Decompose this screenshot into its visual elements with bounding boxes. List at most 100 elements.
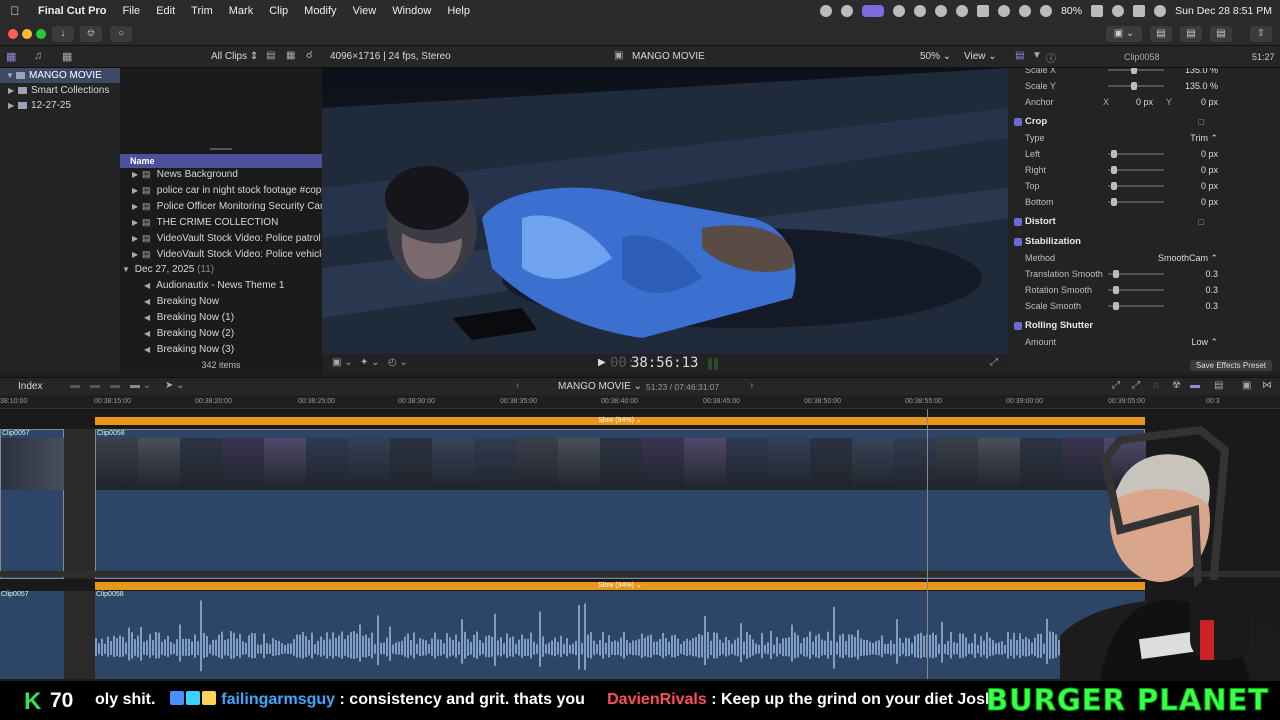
battery-icon[interactable] xyxy=(1091,5,1104,17)
clips-filter-dropdown[interactable]: All Clips ⇕ xyxy=(211,51,258,62)
slider-knob[interactable] xyxy=(1113,286,1119,294)
search-icon[interactable]: ☌ xyxy=(306,50,313,61)
overwrite-icon[interactable]: ▬ ⌄ xyxy=(130,380,151,391)
param-value[interactable]: 0 px xyxy=(1201,162,1218,178)
param-slider[interactable] xyxy=(1108,182,1164,190)
filter-icon[interactable]: ▼ xyxy=(1032,50,1042,61)
enable-checkbox[interactable] xyxy=(1014,118,1022,126)
param-slider[interactable] xyxy=(1108,198,1164,206)
list-item[interactable]: ▶ ▤ Police Officer Monitoring Security Ca… xyxy=(120,198,322,214)
menu-help[interactable]: Help xyxy=(439,5,478,17)
info-icon[interactable]: ⓘ xyxy=(1046,50,1056,65)
timeline-ruler[interactable]: 38:10:00 00:38:15:00 00:38:20:00 00:38:25:0… xyxy=(0,395,1280,409)
status-icon[interactable] xyxy=(841,5,854,17)
list-item[interactable]: ▶ ▤ police car in night stock footage #co… xyxy=(120,182,322,198)
disclosure-right-icon[interactable]: ▶ xyxy=(132,199,142,214)
speed-icon[interactable]: ◴ ⌄ xyxy=(388,357,408,368)
menu-mark[interactable]: Mark xyxy=(221,5,261,17)
share-icon[interactable]: ⇧ xyxy=(1250,26,1272,42)
browser-toggle-icon[interactable]: ▤ xyxy=(1150,26,1172,42)
anchor-x-value[interactable]: 0 px xyxy=(1136,94,1153,110)
list-item[interactable]: ◀ Breaking Now (3) xyxy=(120,342,322,358)
list-item[interactable]: ◀ Breaking Now xyxy=(120,294,322,310)
disclosure-down-icon[interactable]: ▼ xyxy=(6,68,16,83)
section-onscreen-icon[interactable]: □ xyxy=(1199,114,1204,130)
section-label[interactable]: Stabilization xyxy=(1025,234,1081,250)
menu-modify[interactable]: Modify xyxy=(296,5,344,17)
sidebar-item-library[interactable]: ▼ MANGO MOVIE xyxy=(0,68,120,83)
filmstrip-view-icon[interactable]: ▤ xyxy=(266,50,275,61)
param-value[interactable]: 0.3 xyxy=(1205,266,1218,282)
headphones-icon[interactable]: ☢ xyxy=(1172,380,1181,391)
section-label[interactable]: Distort xyxy=(1025,214,1056,230)
slider-knob[interactable] xyxy=(1111,150,1117,158)
close-window-button[interactable] xyxy=(8,29,18,39)
disclosure-down-icon[interactable]: ▼ xyxy=(122,262,132,278)
project-dropdown[interactable]: MANGO MOVIE ⌄ xyxy=(558,381,642,392)
audio-clip-main[interactable]: Clip0058 xyxy=(95,591,1145,679)
slider-knob[interactable] xyxy=(1131,82,1137,90)
bluetooth-icon[interactable] xyxy=(998,5,1011,17)
section-onscreen-icon[interactable]: □ xyxy=(1199,214,1204,230)
select-tool-icon[interactable]: ➤ ⌄ xyxy=(165,380,185,391)
append-icon[interactable]: ▬ xyxy=(110,380,120,391)
param-value[interactable]: 0.3 xyxy=(1205,298,1218,314)
group-header[interactable]: ▼ Dec 27, 2025 (11) xyxy=(120,262,322,278)
timeline-toggle-icon[interactable]: ▤ xyxy=(1180,26,1202,42)
list-item[interactable]: ▶ ▤ VideoVault Stock Video: Police patrol… xyxy=(120,230,322,246)
screen-record-icon[interactable] xyxy=(862,5,885,17)
control-center-icon[interactable] xyxy=(1133,5,1146,17)
slider-knob[interactable] xyxy=(1111,166,1117,174)
gap-clip[interactable] xyxy=(64,591,95,679)
disclosure-right-icon[interactable]: ▶ xyxy=(132,215,142,230)
apple-icon[interactable]:  xyxy=(0,4,30,18)
param-value[interactable]: 0 px xyxy=(1201,194,1218,210)
disclosure-right-icon[interactable]: ▶ xyxy=(132,183,142,198)
menu-view[interactable]: View xyxy=(345,5,385,17)
volume-icon[interactable] xyxy=(935,5,948,17)
param-dropdown[interactable]: Trim ⌃ xyxy=(1190,130,1218,146)
search-icon[interactable] xyxy=(1112,5,1125,17)
status-icon[interactable] xyxy=(893,5,906,17)
param-slider[interactable] xyxy=(1108,68,1164,74)
zoom-window-button[interactable] xyxy=(36,29,46,39)
disclosure-right-icon[interactable]: ▶ xyxy=(132,247,142,262)
index-button[interactable]: Index xyxy=(18,381,42,392)
forward-icon[interactable]: › xyxy=(750,380,753,391)
video-clip-main[interactable]: Clip0058 xyxy=(95,429,1146,579)
enable-checkbox[interactable] xyxy=(1014,238,1022,246)
inspector-toggle-icon[interactable]: ▤ xyxy=(1210,26,1232,42)
menu-trim[interactable]: Trim xyxy=(183,5,221,17)
layout-icon[interactable]: ▣ ⌄ xyxy=(1106,26,1142,42)
param-slider[interactable] xyxy=(1108,286,1164,294)
video-inspector-icon[interactable]: ▤ xyxy=(1015,50,1024,61)
list-item[interactable]: ▶ ▤ News Background xyxy=(120,166,322,182)
display-icon[interactable] xyxy=(977,5,990,17)
param-value[interactable]: 135.0 % xyxy=(1185,78,1218,94)
menu-app-name[interactable]: Final Cut Pro xyxy=(30,5,114,17)
transform-icon[interactable]: ▣ ⌄ xyxy=(332,357,353,368)
anchor-y-value[interactable]: 0 px xyxy=(1201,94,1218,110)
photos-icon[interactable]: ♫ xyxy=(34,50,42,62)
audio-skimming-icon[interactable]: ♫ xyxy=(1152,380,1160,391)
retime-bar-audio[interactable]: Slow (94%) ⌄ xyxy=(95,582,1145,590)
skimming-icon[interactable]: ⤢ xyxy=(1132,380,1140,391)
menubar-clock[interactable]: Sun Dec 28 8:51 PM xyxy=(1175,5,1272,17)
param-dropdown[interactable]: Low ⌃ xyxy=(1191,334,1218,350)
disclosure-right-icon[interactable]: ▶ xyxy=(8,98,18,113)
list-view-icon[interactable]: ▦ xyxy=(286,50,295,61)
clip-appearance-icon[interactable]: ▤ xyxy=(1214,380,1223,391)
param-slider[interactable] xyxy=(1108,82,1164,90)
param-slider[interactable] xyxy=(1108,150,1164,158)
param-slider[interactable] xyxy=(1108,270,1164,278)
connect-icon[interactable]: ▬ xyxy=(70,380,80,391)
menu-file[interactable]: File xyxy=(114,5,148,17)
disclosure-right-icon[interactable]: ▶ xyxy=(132,167,142,182)
param-value[interactable]: 0 px xyxy=(1201,178,1218,194)
slider-knob[interactable] xyxy=(1113,270,1119,278)
video-clip-prev[interactable]: Clip0057 xyxy=(0,429,65,579)
list-item[interactable]: ▶ ▤ VideoVault Stock Video: Police vehicl… xyxy=(120,246,322,262)
menu-edit[interactable]: Edit xyxy=(148,5,183,17)
zoom-dropdown[interactable]: 50% ⌄ xyxy=(920,51,951,62)
menu-clip[interactable]: Clip xyxy=(261,5,296,17)
